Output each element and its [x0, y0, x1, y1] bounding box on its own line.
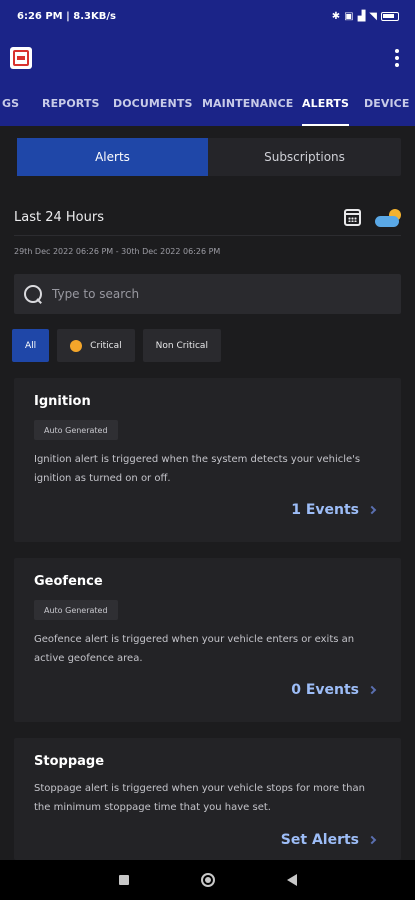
- card-description: Stoppage alert is triggered when your ve…: [34, 783, 365, 813]
- status-icons: ✱ ▣ ▟ ◥: [332, 11, 399, 22]
- tab-bar: GS REPORTS DOCUMENTS MAINTENANCE ALERTS …: [0, 84, 415, 126]
- subscriptions-segment-button[interactable]: Subscriptions: [208, 138, 401, 176]
- card-title: Geofence: [34, 574, 103, 589]
- status-time: 6:26 PM | 8.3KB/s: [17, 10, 116, 22]
- filter-non-critical-label: Non Critical: [155, 340, 208, 351]
- alert-card-ignition: Ignition Auto Generated Ignition alert i…: [14, 378, 401, 542]
- events-link-label: 1 Events: [291, 502, 359, 518]
- tab-reports[interactable]: REPORTS: [42, 84, 100, 126]
- alert-card-stoppage: Stoppage Stoppage alert is triggered whe…: [14, 738, 401, 860]
- chevron-right-icon: [367, 505, 377, 515]
- filter-all-label: All: [25, 340, 37, 351]
- search-input[interactable]: [52, 287, 372, 301]
- chevron-right-icon: [367, 835, 377, 845]
- alert-card-geofence: Geofence Auto Generated Geofence alert i…: [14, 558, 401, 722]
- tab-partial[interactable]: GS: [2, 84, 19, 126]
- alerts-segment-button[interactable]: Alerts: [17, 138, 208, 176]
- filter-all[interactable]: All: [12, 329, 50, 362]
- events-link[interactable]: 1 Events: [291, 502, 377, 518]
- card-description: Ignition alert is triggered when the sys…: [34, 454, 361, 484]
- status-bar: 6:26 PM | 8.3KB/s ✱ ▣ ▟ ◥: [0, 0, 415, 32]
- events-link[interactable]: 0 Events: [291, 682, 377, 698]
- filter-chips: All Critical Non Critical: [12, 329, 221, 362]
- date-range-row: Last 24 Hours: [14, 200, 401, 236]
- events-link-label: 0 Events: [291, 682, 359, 698]
- more-options-icon[interactable]: [393, 45, 401, 71]
- weather-icon[interactable]: [375, 208, 401, 227]
- app-logo: [10, 47, 32, 69]
- tab-maintenance[interactable]: MAINTENANCE: [202, 84, 293, 126]
- alerts-subscriptions-toggle: Alerts Subscriptions: [17, 138, 401, 176]
- auto-generated-badge: Auto Generated: [34, 420, 118, 440]
- card-title: Stoppage: [34, 754, 105, 769]
- chevron-right-icon: [367, 685, 377, 695]
- home-icon[interactable]: [200, 873, 215, 887]
- app-bar: [0, 32, 415, 84]
- tab-alerts[interactable]: ALERTS: [302, 84, 350, 126]
- bluetooth-icon: ✱: [331, 10, 341, 22]
- critical-dot-icon: [70, 339, 83, 352]
- filter-non-critical[interactable]: Non Critical: [142, 329, 221, 362]
- card-description: Geofence alert is triggered when your ve…: [34, 634, 355, 664]
- set-alerts-label: Set Alerts: [280, 832, 359, 848]
- auto-generated-badge: Auto Generated: [34, 600, 118, 620]
- card-title: Ignition: [34, 394, 91, 409]
- tab-documents[interactable]: DOCUMENTS: [113, 84, 192, 126]
- back-icon[interactable]: [286, 874, 297, 886]
- recents-icon[interactable]: [118, 875, 129, 885]
- sim-icon: ▣: [344, 10, 354, 22]
- range-title: Last 24 Hours: [14, 210, 104, 225]
- date-range-text: 29th Dec 2022 06:26 PM - 30th Dec 2022 0…: [14, 247, 221, 256]
- filter-critical-label: Critical: [90, 340, 122, 351]
- search-bar: [14, 274, 401, 314]
- tab-device[interactable]: DEVICE: [364, 84, 409, 126]
- signal-icon: ▟: [357, 10, 366, 22]
- battery-icon: [381, 11, 399, 21]
- set-alerts-link[interactable]: Set Alerts: [280, 832, 377, 848]
- calendar-icon[interactable]: [344, 209, 361, 226]
- search-icon: [24, 284, 43, 304]
- system-nav-bar: [0, 860, 415, 900]
- wifi-icon: ◥: [369, 10, 377, 22]
- filter-critical[interactable]: Critical: [57, 329, 135, 362]
